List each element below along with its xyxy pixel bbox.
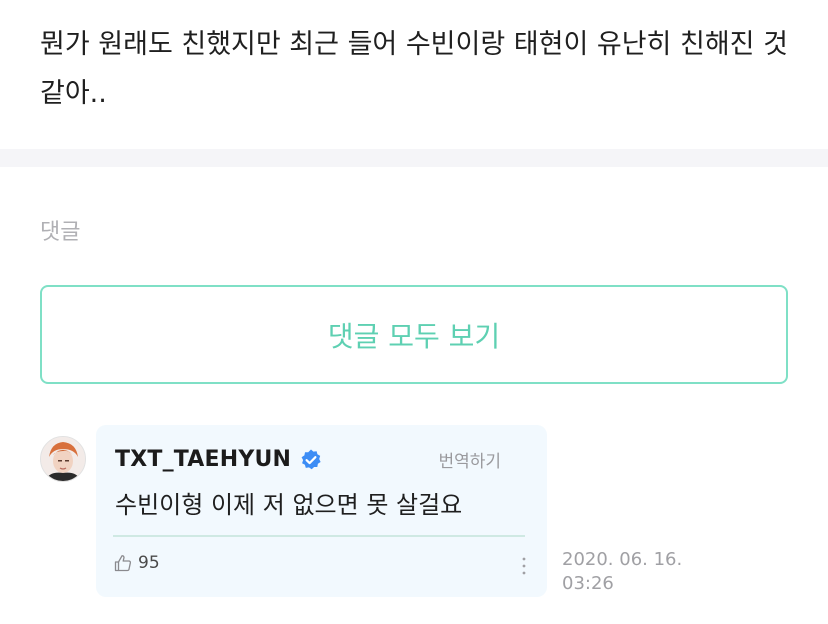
post-body: 뭔가 원래도 친했지만 최근 들어 수빈이랑 태현이 유난히 친해진 것 같아.…	[40, 29, 788, 109]
comment-author-row: TXT_TAEHYUN	[115, 447, 323, 472]
comment-card: TXT_TAEHYUN 번역하기 수빈이형 이제 저 없으면 못 살걸요 95	[96, 425, 547, 597]
comment-divider	[113, 535, 525, 537]
comment-timestamp: 2020. 06. 16. 03:26	[562, 548, 702, 596]
thumbs-up-icon	[113, 553, 133, 573]
comments-heading: 댓글	[40, 220, 81, 245]
avatar[interactable]	[40, 436, 86, 482]
translate-link[interactable]: 번역하기	[438, 447, 501, 472]
avatar-image	[41, 437, 85, 481]
view-all-comments-button[interactable]: 댓글 모두 보기	[40, 285, 788, 384]
comment-timestamp-time: 03:26	[562, 573, 614, 594]
like-button[interactable]: 95	[113, 553, 160, 573]
more-vertical-icon[interactable]	[520, 556, 528, 576]
comment-body: 수빈이형 이제 저 없으면 못 살걸요	[115, 491, 463, 519]
comment-timestamp-date: 2020. 06. 16.	[562, 549, 683, 570]
section-divider	[0, 149, 828, 167]
comment-author-name[interactable]: TXT_TAEHYUN	[115, 447, 291, 472]
like-count: 95	[138, 553, 160, 573]
verified-badge-icon	[299, 448, 323, 472]
